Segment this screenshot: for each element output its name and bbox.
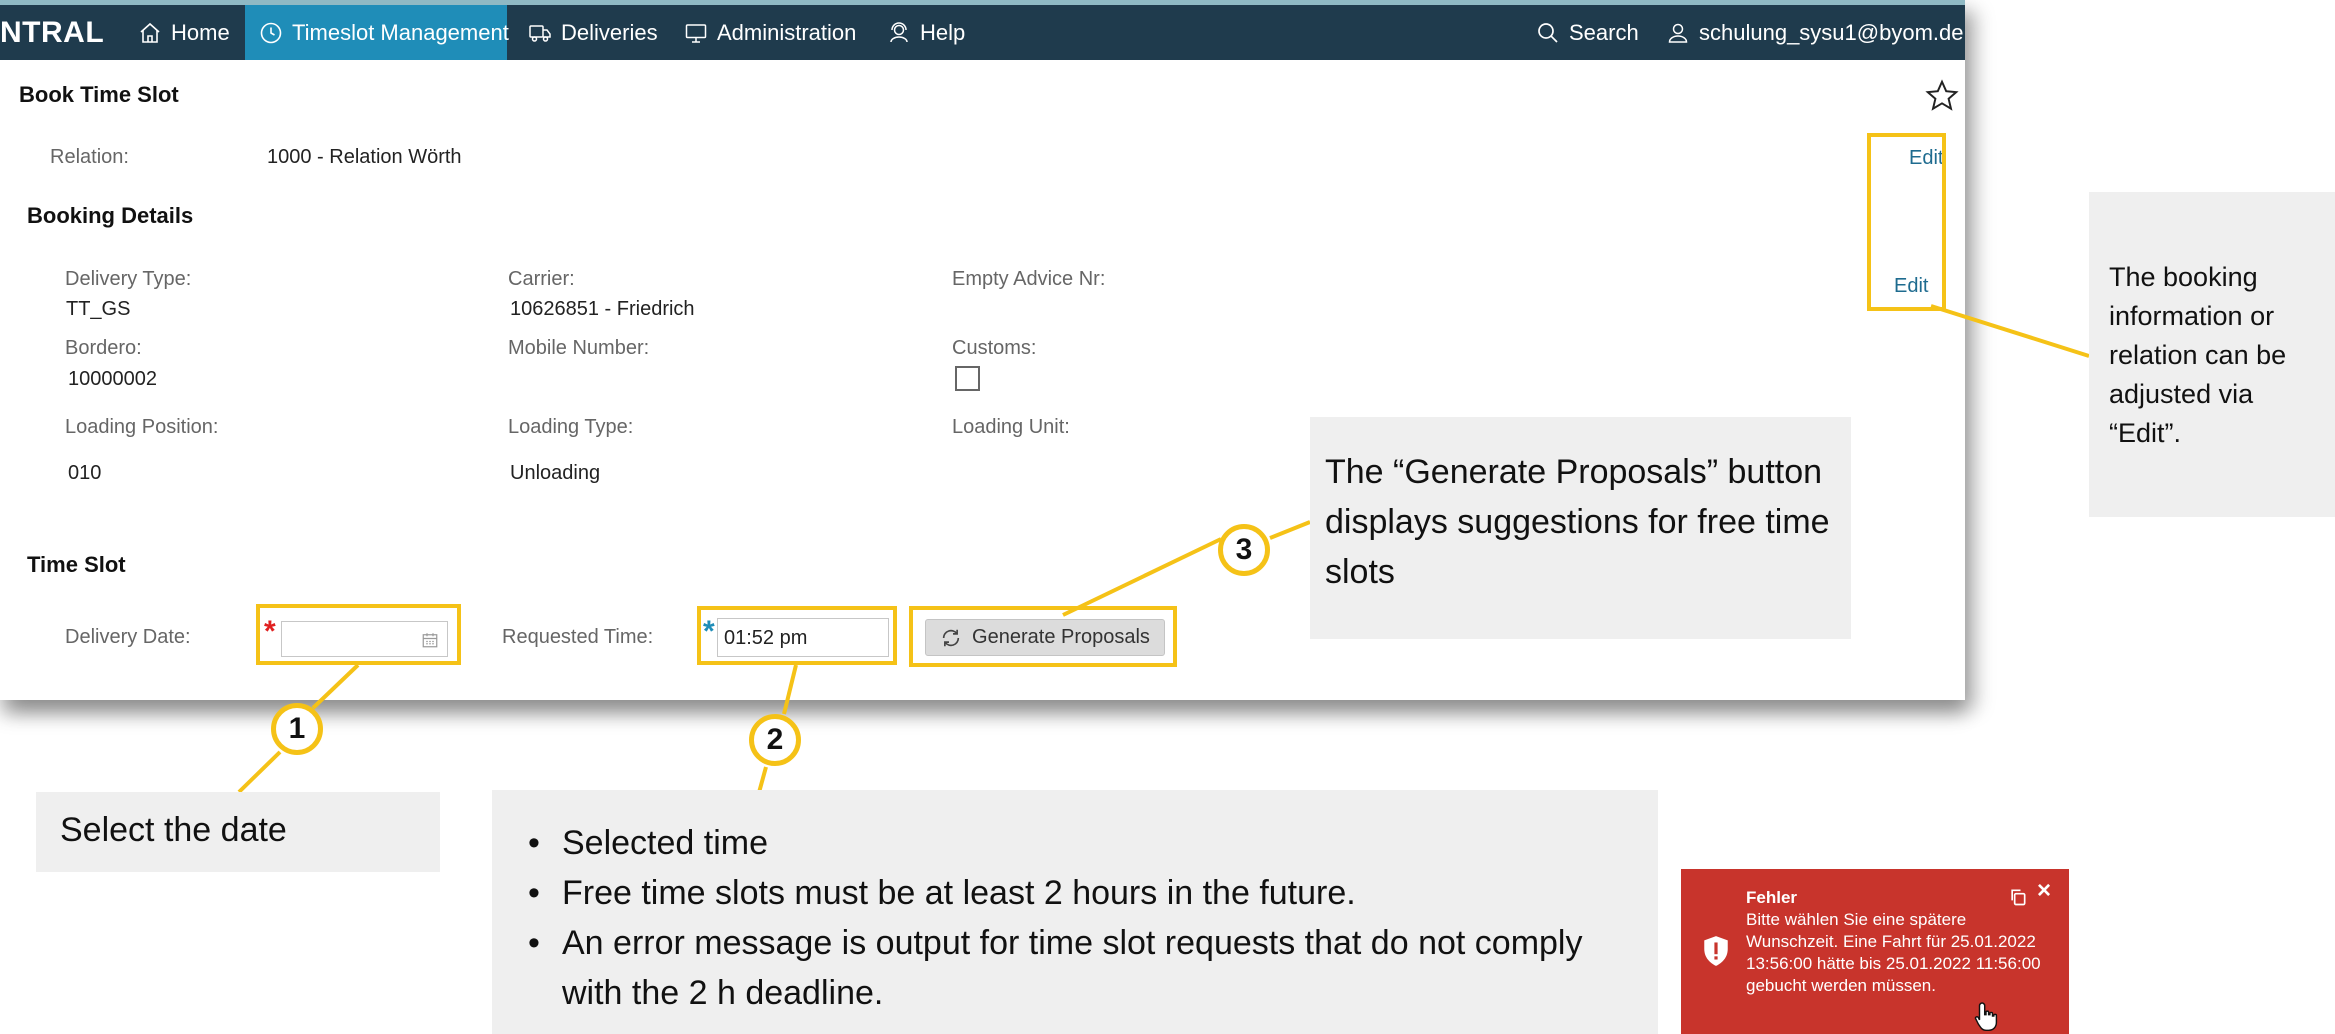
nav-deliveries[interactable]: Deliveries bbox=[528, 5, 658, 60]
nav-help-label: Help bbox=[920, 19, 966, 45]
bordero-value: 10000002 bbox=[68, 368, 157, 390]
nav-help[interactable]: Help bbox=[887, 5, 965, 60]
nav-home[interactable]: Home bbox=[138, 5, 230, 60]
nav-deliveries-label: Deliveries bbox=[561, 19, 658, 45]
home-icon bbox=[140, 22, 160, 43]
top-navigation-bar: NTRAL Home Timeslot Management Deliverie… bbox=[0, 0, 1965, 60]
highlight-delivery-date bbox=[256, 604, 461, 665]
loading-type-label: Loading Type: bbox=[508, 416, 634, 438]
relation-label: Relation: bbox=[50, 146, 129, 168]
callout-time-notes: Selected time Free time slots must be at… bbox=[492, 790, 1658, 1034]
delivery-type-value: TT_GS bbox=[66, 298, 131, 320]
connector-line-1b bbox=[237, 750, 282, 794]
requested-time-label: Requested Time: bbox=[502, 626, 654, 648]
delivery-date-label: Delivery Date: bbox=[65, 626, 191, 648]
nav-timeslot-management[interactable]: Timeslot Management bbox=[245, 5, 509, 60]
brand-logo[interactable]: NTRAL bbox=[0, 5, 104, 60]
brand-text: NTRAL bbox=[0, 15, 105, 49]
carrier-value: 10626851 - Friedrich bbox=[510, 298, 695, 320]
time-slot-title: Time Slot bbox=[27, 552, 126, 577]
step-marker-2: 2 bbox=[749, 714, 801, 766]
customs-checkbox[interactable] bbox=[955, 366, 980, 391]
loading-type-value: Unloading bbox=[510, 462, 601, 484]
step-marker-1: 1 bbox=[271, 703, 323, 755]
user-icon bbox=[1668, 23, 1688, 43]
error-toast: × Fehler Bitte wählen Sie eine spätere W… bbox=[1681, 869, 2069, 1034]
nav-home-label: Home bbox=[171, 19, 230, 45]
mobile-number-label: Mobile Number: bbox=[508, 337, 650, 359]
nav-administration-label: Administration bbox=[717, 19, 857, 45]
bordero-label: Bordero: bbox=[65, 337, 142, 359]
page-title: Book Time Slot bbox=[19, 82, 179, 107]
time-notes-list: Selected time Free time slots must be at… bbox=[522, 818, 1638, 1018]
loading-position-label: Loading Position: bbox=[65, 416, 219, 438]
time-note-item: An error message is output for time slot… bbox=[522, 918, 1638, 1018]
nav-search[interactable]: Search bbox=[1536, 5, 1639, 60]
loading-position-value: 010 bbox=[68, 462, 102, 484]
close-icon[interactable]: × bbox=[2037, 879, 2051, 903]
time-note-item: Selected time bbox=[522, 818, 1638, 868]
carrier-label: Carrier: bbox=[508, 268, 575, 290]
time-note-item: Free time slots must be at least 2 hours… bbox=[522, 868, 1638, 918]
copy-icon[interactable] bbox=[2008, 887, 2028, 907]
callout-date-note: Select the date bbox=[36, 792, 440, 872]
empty-advice-label: Empty Advice Nr: bbox=[952, 268, 1106, 290]
chevron-down-icon bbox=[1964, 25, 1965, 41]
relation-value: 1000 - Relation Wörth bbox=[267, 146, 462, 168]
callout-edit-note: The booking information or relation can … bbox=[2089, 192, 2335, 517]
toast-title: Fehler bbox=[1746, 888, 1798, 907]
toast-message: Bitte wählen Sie eine spätere Wunschzeit… bbox=[1746, 910, 2041, 995]
shield-alert-icon bbox=[1704, 936, 1728, 966]
nav-search-label: Search bbox=[1569, 19, 1639, 45]
hand-cursor-icon bbox=[1974, 1002, 1998, 1032]
callout-generate-note: The “Generate Proposals” button displays… bbox=[1310, 417, 1851, 639]
nav-administration[interactable]: Administration bbox=[684, 5, 856, 60]
highlight-requested-time bbox=[697, 606, 897, 665]
step-marker-3: 3 bbox=[1218, 524, 1270, 576]
nav-user-menu[interactable]: schulung_sysu1@byom.de bbox=[1666, 5, 1965, 60]
delivery-type-label: Delivery Type: bbox=[65, 268, 192, 290]
nav-timeslot-label: Timeslot Management bbox=[292, 19, 509, 45]
highlight-generate-proposals bbox=[909, 606, 1177, 667]
booking-details-title: Booking Details bbox=[27, 203, 194, 228]
nav-user-label: schulung_sysu1@byom.de bbox=[1699, 19, 1964, 45]
star-icon[interactable] bbox=[1924, 78, 1960, 114]
support-agent-icon bbox=[890, 21, 908, 42]
search-icon bbox=[1538, 22, 1558, 43]
highlight-edit-links bbox=[1867, 133, 1946, 311]
customs-label: Customs: bbox=[952, 337, 1037, 359]
truck-icon bbox=[529, 24, 551, 42]
monitor-icon bbox=[685, 23, 707, 43]
loading-unit-label: Loading Unit: bbox=[952, 416, 1070, 438]
clock-icon bbox=[260, 22, 282, 43]
